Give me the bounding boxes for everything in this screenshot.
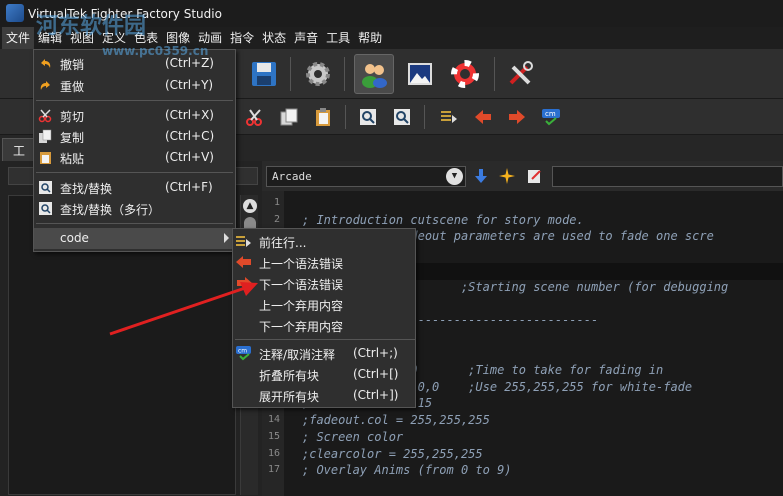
annotation-arrow: [109, 282, 258, 336]
